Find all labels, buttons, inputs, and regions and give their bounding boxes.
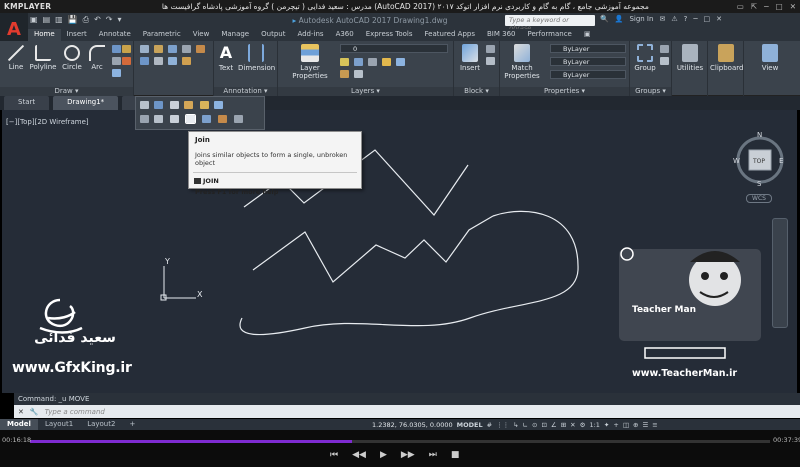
layout-tab-model[interactable]: Model (0, 419, 38, 430)
modify-flyout (135, 96, 265, 130)
layout-tab-add[interactable]: + (122, 419, 142, 430)
ortho-icon[interactable]: ∟ (523, 421, 528, 429)
model-space-button[interactable]: MODEL (457, 421, 483, 429)
tooltip-command: JOIN (189, 173, 361, 185)
quick-properties-icon[interactable]: ◫ (623, 421, 629, 429)
break-icon[interactable] (140, 101, 149, 109)
tooltip-description: Joins similar objects to form a single, … (195, 151, 348, 167)
edit-spline-icon[interactable] (200, 101, 209, 109)
customize-icon[interactable]: ≡ (652, 421, 657, 429)
watermark-url-left: www.GfxKing.ir (12, 360, 132, 376)
lineweight-icon[interactable]: ⊞ (561, 421, 566, 429)
zigzag-polyline-middle[interactable] (252, 215, 494, 283)
explode-icon[interactable] (214, 101, 223, 109)
previous-button[interactable]: ⏮ (330, 450, 338, 460)
play-button[interactable]: ▶ (380, 450, 387, 460)
viewcube-west[interactable]: W (733, 157, 740, 165)
ucs-icon: Y X (160, 257, 203, 301)
clean-screen-icon[interactable]: ☰ (642, 421, 648, 429)
command-history: Command: _u MOVE (14, 393, 800, 405)
layout-tabs: Model Layout1 Layout2 + (0, 419, 366, 430)
annotation-scale[interactable]: 1:1 (589, 421, 599, 429)
teacherman-logo: Teacher Man (619, 247, 761, 359)
viewcube-east[interactable]: E (779, 157, 783, 165)
command-close-icon[interactable]: ✕ (18, 408, 24, 416)
time-elapsed: 00:16:18 (2, 436, 32, 444)
tooltip-command-name: JOIN (203, 177, 219, 185)
chamfer-icon[interactable] (154, 101, 163, 109)
viewcube-top-face[interactable]: TOP (752, 158, 765, 165)
layout-tab-layout2[interactable]: Layout2 (80, 419, 122, 430)
osnap-icon[interactable]: ⊡ (541, 421, 546, 429)
tooltip-help: Press F1 for more help (195, 188, 279, 196)
align-icon[interactable] (140, 115, 149, 123)
navigation-bar[interactable] (772, 218, 788, 328)
watermark-url-right: www.TeacherMan.ir (632, 368, 738, 379)
add-icon[interactable]: + (613, 421, 618, 429)
command-icon (194, 178, 201, 184)
overkill-icon[interactable] (234, 115, 243, 123)
break-point-icon[interactable] (154, 115, 163, 123)
teacherman-brand: Teacher Man (632, 305, 696, 315)
otrack-icon[interactable]: ∠ (551, 421, 557, 429)
ucs-y-label: Y (164, 257, 170, 266)
blend-icon[interactable] (184, 101, 193, 109)
next-button[interactable]: ⏭ (429, 450, 437, 460)
snap-icon[interactable]: ⋮⋮ (496, 421, 509, 429)
time-total: 00:37:39 (773, 436, 800, 444)
tooltip-title: Join (195, 136, 210, 144)
watermark-name: سعید فدائی (34, 330, 116, 346)
spline-curve[interactable] (239, 210, 579, 336)
forward-button[interactable]: ▶▶ (401, 450, 415, 460)
lengthen-icon[interactable] (170, 101, 179, 109)
annotation-visibility-icon[interactable]: ✕ (570, 421, 575, 429)
viewcube[interactable]: TOP N S E W (733, 131, 784, 188)
join-tooltip: Join Joins similar objects to form a sin… (188, 131, 362, 196)
isolate-icon[interactable]: ⊕ (633, 421, 638, 429)
wcs-menu[interactable]: WCS (746, 194, 772, 203)
command-placeholder: Type a command (44, 407, 105, 416)
gfxking-logo (39, 298, 83, 334)
stop-button[interactable]: ■ (451, 450, 460, 460)
polar-icon[interactable]: ⊙ (532, 421, 537, 429)
layout-tab-layout1[interactable]: Layout1 (38, 419, 80, 430)
rewind-button[interactable]: ◀◀ (352, 450, 366, 460)
seek-progress (30, 440, 352, 443)
infer-icon[interactable]: ↳ (513, 421, 518, 429)
status-bar: 1.2382, 76.0305, 0.0000 MODEL # ⋮⋮ ↳ ∟ ⊙… (366, 419, 800, 430)
join-icon[interactable] (185, 114, 196, 124)
coordinates-readout[interactable]: 1.2382, 76.0305, 0.0000 (372, 421, 453, 429)
grid-icon[interactable]: # (487, 421, 492, 429)
offset-icon[interactable] (170, 115, 179, 123)
reverse-icon[interactable] (202, 115, 211, 123)
annotation-icon[interactable]: ✦ (604, 421, 609, 429)
viewcube-south[interactable]: S (757, 180, 762, 188)
ucs-x-label: X (197, 290, 203, 299)
command-input[interactable]: ✕ 🔧 Type a command (14, 405, 800, 418)
command-customize-icon[interactable]: 🔧 (30, 408, 39, 416)
player-controls (0, 430, 800, 467)
viewcube-north[interactable]: N (757, 131, 762, 139)
playback-buttons: ⏮ ◀◀ ▶ ▶▶ ⏭ ■ (330, 450, 459, 460)
workspace-icon[interactable]: ⚙ (580, 421, 586, 429)
edit-polyline-icon[interactable] (218, 115, 227, 123)
